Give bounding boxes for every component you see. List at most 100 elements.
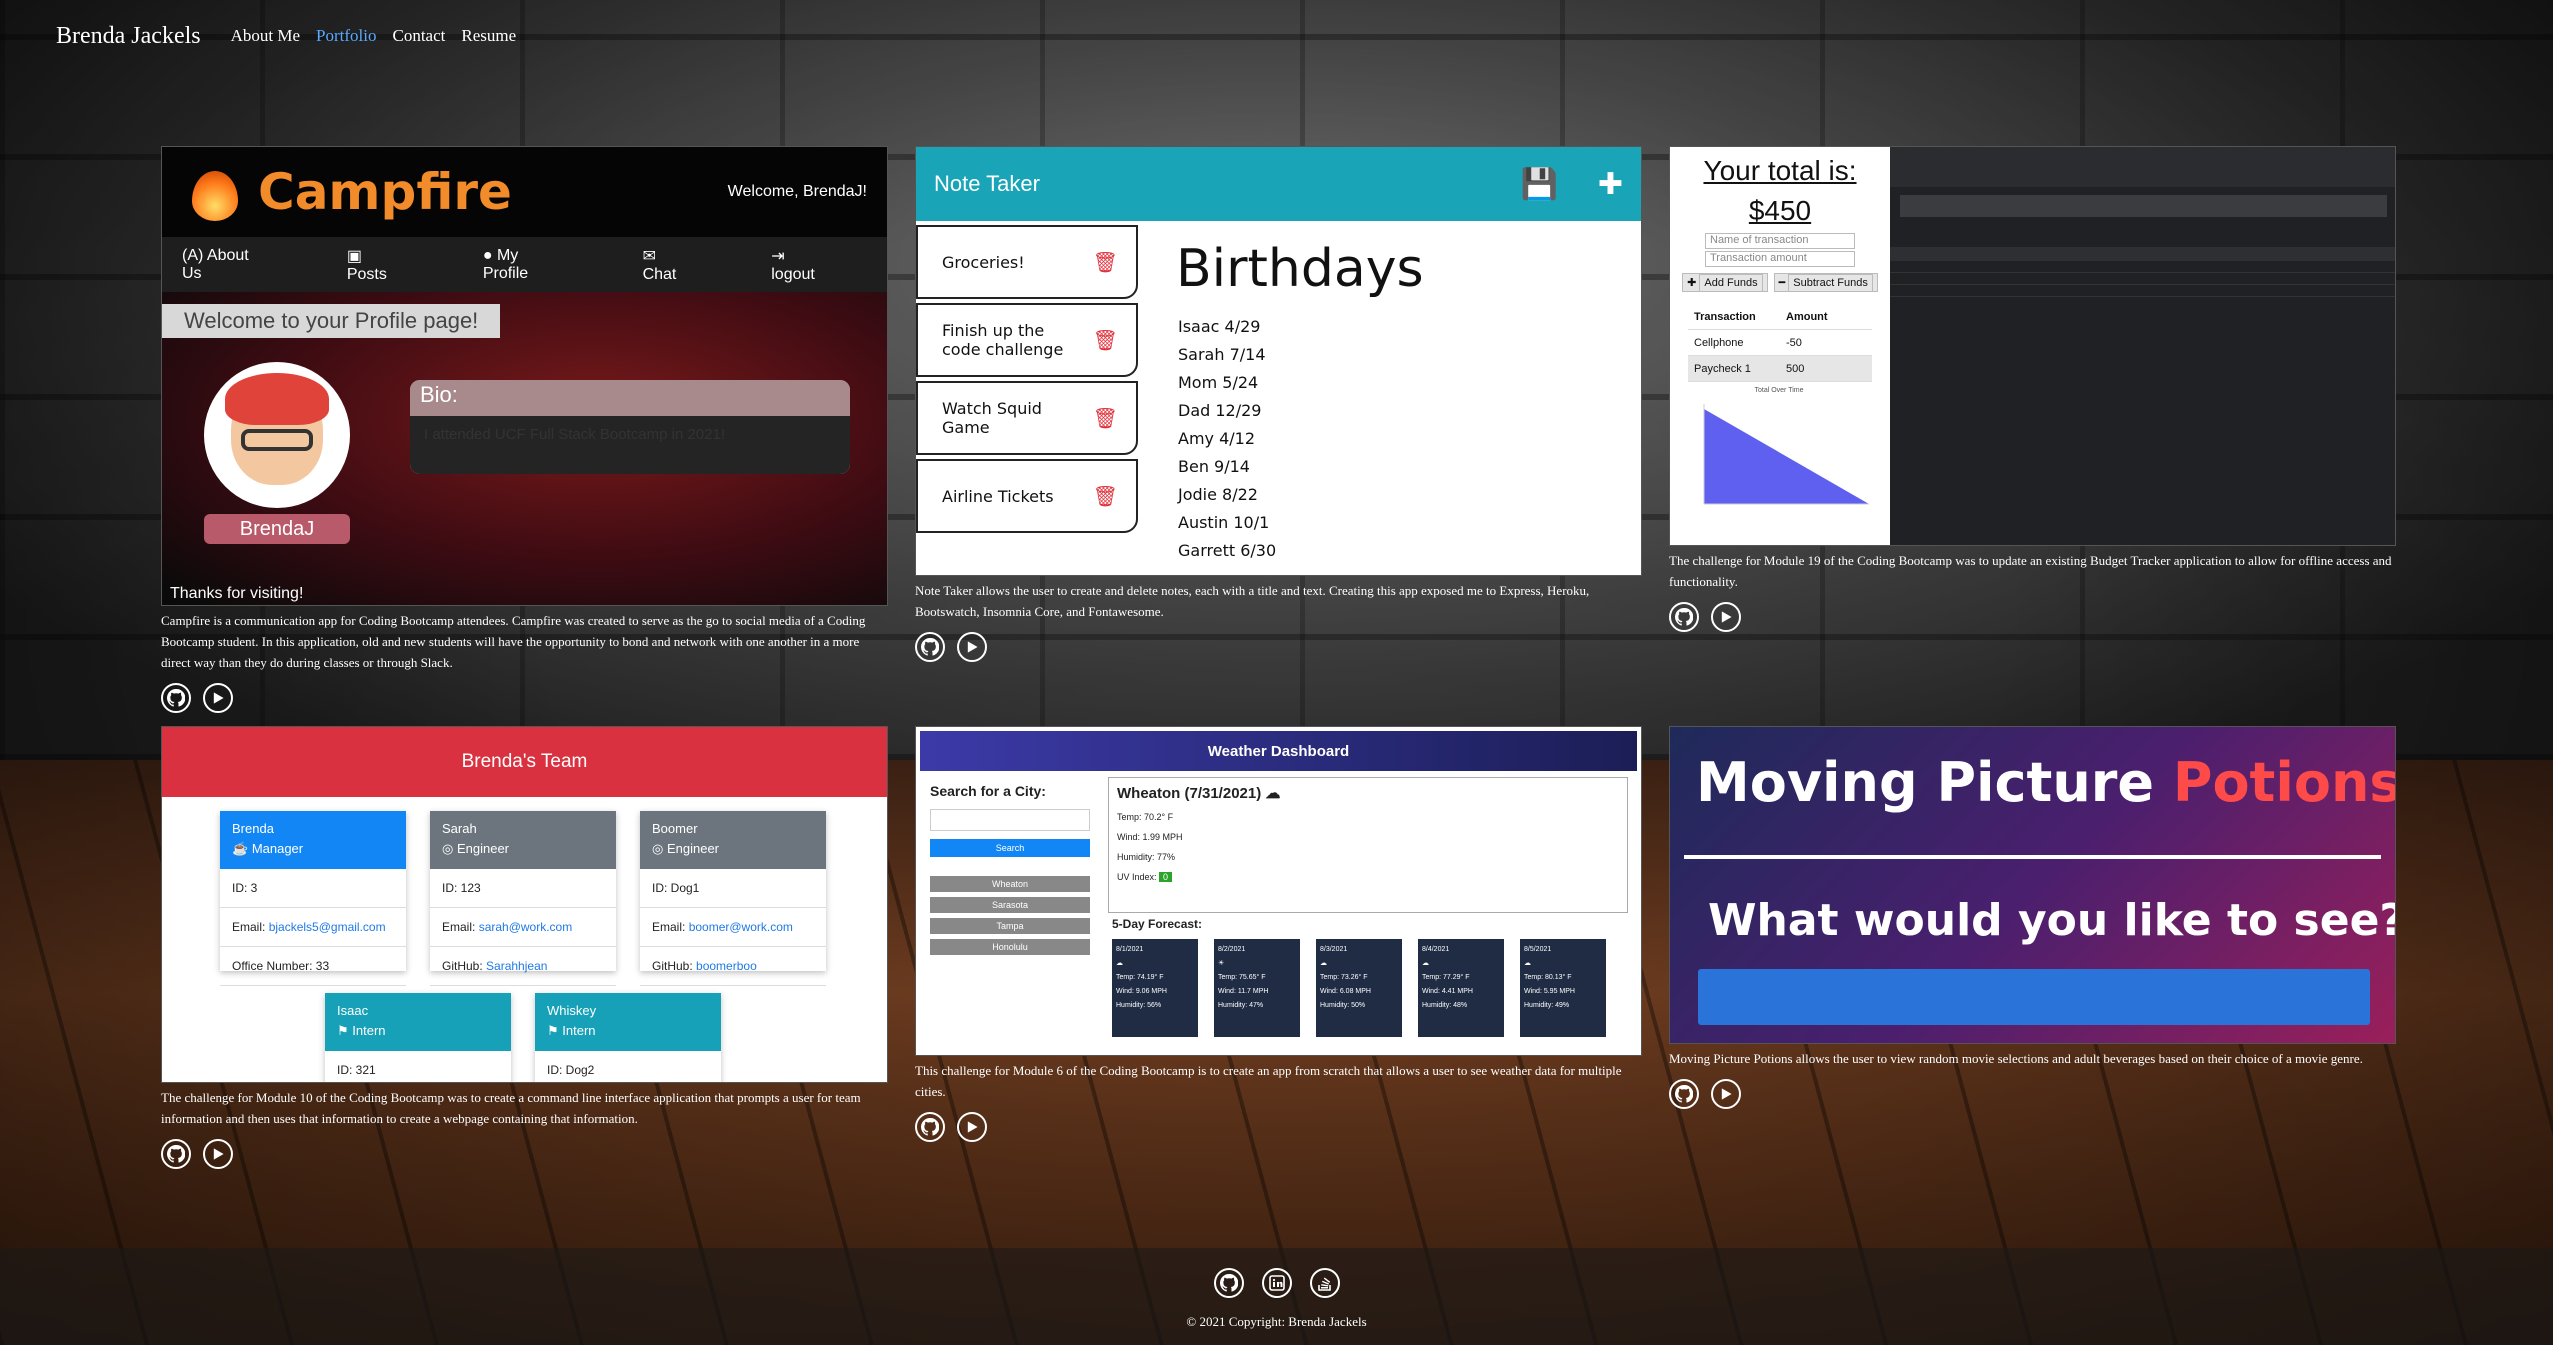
menu-item-posts: ▣ Posts	[346, 247, 387, 283]
transaction-name-field: Name of transaction	[1705, 233, 1855, 249]
potions-question: What would you like to see?	[1708, 895, 2396, 946]
avatar	[204, 362, 350, 508]
trash-icon: 🗑	[1092, 328, 1118, 352]
project-description: This challenge for Module 6 of the Codin…	[915, 1063, 1622, 1099]
team-member-card: Isaac ⚑ Intern ID: 321	[325, 993, 511, 1082]
trash-icon: 🗑	[1092, 406, 1118, 430]
project-screenshot[interactable]: Your total is: $450 Name of transaction …	[1669, 146, 2396, 546]
divider	[1684, 855, 2381, 859]
play-icon[interactable]	[957, 1112, 987, 1142]
campfire-logo-text: Campfire	[258, 163, 512, 221]
trash-icon: 🗑	[1092, 484, 1118, 508]
team-member-card: Boomer ◎ Engineer ID: Dog1 Email: boomer@…	[640, 811, 826, 986]
play-icon[interactable]	[957, 632, 987, 662]
list-item: Airline Tickets 🗑	[916, 459, 1138, 533]
city-history-button: Honolulu	[930, 939, 1090, 955]
github-icon[interactable]	[1669, 602, 1699, 632]
transactions-table: Transaction Amount Cellphone -50 Paycheck …	[1688, 304, 1872, 382]
bio-box: Bio: I attended UCF Full Stack Bootcamp …	[410, 380, 850, 474]
list-item: Groceries! 🗑	[916, 225, 1138, 299]
github-icon[interactable]	[1669, 1079, 1699, 1109]
devtools-panel	[1890, 147, 2395, 545]
github-icon[interactable]	[161, 1139, 191, 1169]
forecast-label: 5-Day Forecast:	[1112, 917, 1203, 931]
project-description: Campfire is a communication app for Codi…	[161, 613, 866, 670]
stackoverflow-icon[interactable]	[1309, 1268, 1340, 1298]
project-description: Note Taker allows the user to create and…	[915, 583, 1590, 619]
play-icon[interactable]	[203, 683, 233, 713]
subtract-funds-button: ━ Subtract Funds	[1773, 273, 1878, 292]
project-card-campfire: Campfire Welcome, BrendaJ! (A) About Us …	[161, 146, 888, 713]
city-history-button: Sarasota	[930, 897, 1090, 913]
profile-heading: Welcome to your Profile page!	[162, 304, 501, 338]
forecast-card: 8/2/2021 ☀ Temp: 75.65° F Wind: 11.7 MPH Hum…	[1214, 939, 1300, 1037]
project-screenshot[interactable]: Weather Dashboard Search for a City: Sea…	[915, 726, 1642, 1056]
play-icon[interactable]	[203, 1139, 233, 1169]
linkedin-icon[interactable]	[1261, 1268, 1292, 1298]
nav-link-about[interactable]: About Me	[231, 26, 300, 46]
top-navbar: Brenda Jackels About Me Portfolio Contac…	[0, 0, 2553, 72]
bio-label: Bio:	[410, 380, 850, 416]
forecast-card: 8/3/2021 ☁ Temp: 73.26° F Wind: 6.08 MPH Hum…	[1316, 939, 1402, 1037]
list-item: Watch Squid Game 🗑	[916, 381, 1138, 455]
menu-item-chat: ✉ Chat	[642, 247, 677, 283]
transaction-amount-field: Transaction amount	[1705, 251, 1855, 267]
footer: © 2021 Copyright: Brenda Jackels	[0, 1248, 2553, 1345]
current-weather-box: Wheaton (7/31/2021) ☁ Temp: 70.2° F Wind…	[1108, 777, 1628, 913]
campfire-menu: (A) About Us ▣ Posts ● My Profile ✉ Chat…	[162, 237, 887, 292]
add-funds-button: ✚ Add Funds	[1682, 273, 1768, 292]
nav-link-portfolio[interactable]: Portfolio	[316, 26, 376, 46]
city-history-button: Tampa	[930, 918, 1090, 934]
save-icon: 💾	[1520, 167, 1558, 201]
total-over-time-chart: Total Over Time	[1684, 387, 1874, 537]
github-icon[interactable]	[1213, 1268, 1244, 1298]
bio-text: I attended UCF Full Stack Bootcamp in 20…	[410, 416, 850, 474]
thanks-text: Thanks for visiting!	[170, 585, 304, 602]
plus-icon: ✚	[1597, 167, 1623, 201]
username-badge: BrendaJ	[204, 514, 350, 544]
weather-icon: ☁	[1265, 785, 1281, 802]
project-card-note-taker: Note Taker 💾 ✚ Groceries! 🗑 Finish up the …	[915, 146, 1642, 662]
team-title: Brenda's Team	[162, 727, 887, 797]
forecast-card: 8/4/2021 ☁ Temp: 77.29° F Wind: 4.41 MPH Hum…	[1418, 939, 1504, 1037]
nav-link-resume[interactable]: Resume	[461, 26, 516, 46]
search-button: Search	[930, 839, 1090, 857]
total-value: $450	[1748, 195, 1812, 226]
city-history-button: Wheaton	[930, 876, 1090, 892]
total-label: Your total is:	[1703, 155, 1857, 186]
github-icon[interactable]	[161, 683, 191, 713]
project-description: Moving Picture Potions allows the user t…	[1669, 1051, 2363, 1066]
table-row: Paycheck 1 500	[1688, 356, 1872, 382]
project-screenshot[interactable]: Campfire Welcome, BrendaJ! (A) About Us …	[161, 146, 888, 606]
menu-item-logout: ⇥ logout	[771, 247, 815, 283]
project-screenshot[interactable]: Note Taker 💾 ✚ Groceries! 🗑 Finish up the …	[915, 146, 1642, 576]
play-icon[interactable]	[1711, 602, 1741, 632]
city-search-input	[930, 809, 1090, 831]
nav-link-contact[interactable]: Contact	[392, 26, 445, 46]
genre-select	[1698, 969, 2370, 1025]
forecast-card: 8/5/2021 ☁ Temp: 80.13° F Wind: 5.95 MPH Hum…	[1520, 939, 1606, 1037]
github-icon[interactable]	[915, 1112, 945, 1142]
search-label: Search for a City:	[930, 783, 1046, 799]
project-description: The challenge for Module 10 of the Codin…	[161, 1090, 861, 1126]
notes-list: Groceries! 🗑 Finish up the code challenge…	[916, 221, 1138, 575]
weather-title: Weather Dashboard	[920, 731, 1637, 771]
team-member-card: Whiskey ⚑ Intern ID: Dog2	[535, 993, 721, 1082]
note-body: Isaac 4/29 Sarah 7/14 Mom 5/24 Dad 12/29…	[1178, 317, 1277, 560]
menu-item-about: (A) About Us	[182, 246, 249, 282]
welcome-text: Welcome, BrendaJ!	[727, 183, 867, 200]
github-icon[interactable]	[915, 632, 945, 662]
play-icon[interactable]	[1711, 1079, 1741, 1109]
note-title: Birthdays	[1176, 239, 1424, 299]
brand-name[interactable]: Brenda Jackels	[56, 23, 201, 50]
team-member-card: Brenda ☕ Manager ID: 3 Email: bjackels5@g…	[220, 811, 406, 986]
table-row: Cellphone -50	[1688, 330, 1872, 356]
chart-legend: Total Over Time	[1754, 387, 1804, 394]
project-card-moving-picture-potions: Moving Picture Potions What would you li…	[1669, 726, 2396, 1109]
team-member-card: Sarah ◎ Engineer ID: 123 Email: sarah@wor…	[430, 811, 616, 986]
app-title: Note Taker	[934, 171, 1040, 196]
project-card-team-profile: Brenda's Team Brenda ☕ Manager ID: 3 Emai…	[161, 726, 888, 1169]
project-card-budget-tracker: Your total is: $450 Name of transaction …	[1669, 146, 2396, 632]
project-screenshot[interactable]: Moving Picture Potions What would you li…	[1669, 726, 2396, 1044]
project-screenshot[interactable]: Brenda's Team Brenda ☕ Manager ID: 3 Emai…	[161, 726, 888, 1083]
